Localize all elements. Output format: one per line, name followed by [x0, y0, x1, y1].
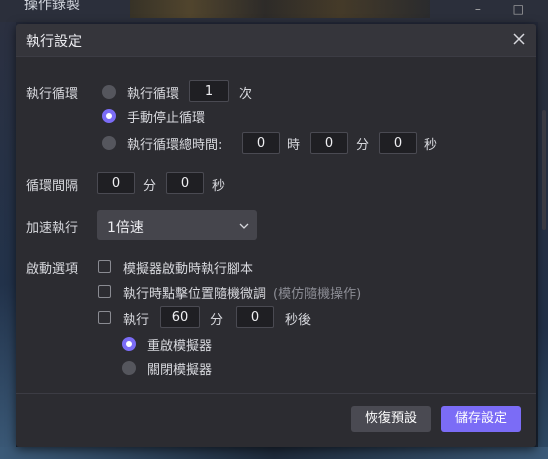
startup-timed-action-checkbox[interactable] — [98, 311, 111, 324]
startup-run-on-launch-checkbox[interactable] — [98, 260, 111, 273]
startup-timed-suffix: 秒後 — [285, 313, 312, 328]
speed-select-value: 1倍速 — [107, 220, 144, 236]
scrollbar[interactable] — [542, 110, 546, 230]
startup-label: 啟動選項 — [26, 262, 79, 277]
dialog-title: 執行設定 — [26, 34, 82, 50]
close-emulator-label: 關閉模擬器 — [147, 363, 213, 378]
chevron-down-icon — [239, 220, 249, 230]
startup-random-click-label: 執行時點擊位置隨機微調 — [123, 287, 267, 302]
interval-seconds-input[interactable] — [166, 172, 204, 194]
header-divider — [16, 56, 536, 57]
loop-label: 執行循環 — [26, 87, 79, 102]
close-emulator-radio[interactable] — [122, 361, 136, 375]
loop-duration-radio[interactable] — [102, 136, 116, 150]
loop-count-unit: 次 — [239, 87, 253, 102]
startup-random-click-hint: (模仿隨機操作) — [273, 287, 362, 302]
loop-count-radio[interactable] — [102, 85, 116, 99]
background-window-title: 操作錄製 — [24, 0, 80, 13]
interval-minutes-unit: 分 — [143, 179, 157, 194]
reset-defaults-button[interactable]: 恢復預設 — [351, 406, 431, 432]
background-right-edge — [538, 22, 548, 459]
startup-timed-action-prefix: 執行 — [123, 313, 150, 328]
footer-divider — [16, 393, 536, 394]
save-settings-button[interactable]: 儲存設定 — [441, 406, 521, 432]
background-window-controls: – □ — [474, 2, 538, 16]
restart-emulator-radio[interactable] — [122, 337, 136, 351]
speed-select[interactable]: 1倍速 — [97, 210, 257, 240]
startup-timed-minutes-input[interactable] — [160, 306, 200, 328]
startup-timed-minutes-unit: 分 — [210, 313, 224, 328]
loop-count-label: 執行循環 — [127, 87, 180, 102]
startup-random-click-checkbox[interactable] — [98, 285, 111, 298]
background-bottom-edge — [0, 447, 548, 459]
run-settings-dialog: 執行設定 執行循環 執行循環 次 手動停止循環 執行循環總時間: 時 分 秒 循… — [16, 24, 536, 447]
loop-duration-minutes-input[interactable] — [310, 132, 348, 154]
speed-label: 加速執行 — [26, 221, 79, 236]
background-left-edge — [0, 22, 16, 459]
loop-manual-radio[interactable] — [102, 109, 116, 123]
background-game-preview — [130, 0, 430, 18]
loop-count-input[interactable] — [189, 80, 229, 102]
startup-run-on-launch-label: 模擬器啟動時執行腳本 — [123, 262, 254, 277]
close-icon[interactable] — [510, 30, 528, 48]
loop-hours-unit: 時 — [287, 138, 301, 153]
startup-timed-seconds-input[interactable] — [236, 306, 274, 328]
interval-label: 循環間隔 — [26, 179, 79, 194]
interval-minutes-input[interactable] — [97, 172, 135, 194]
background-titlebar: 操作錄製 – □ — [0, 0, 548, 22]
loop-duration-hours-input[interactable] — [242, 132, 280, 154]
restart-emulator-label: 重啟模擬器 — [147, 339, 213, 354]
loop-seconds-unit: 秒 — [424, 138, 438, 153]
loop-minutes-unit: 分 — [356, 138, 370, 153]
loop-duration-seconds-input[interactable] — [379, 132, 417, 154]
loop-manual-label: 手動停止循環 — [127, 111, 206, 126]
dialog-header: 執行設定 — [16, 24, 536, 56]
loop-duration-label: 執行循環總時間: — [127, 138, 223, 153]
interval-seconds-unit: 秒 — [212, 179, 226, 194]
